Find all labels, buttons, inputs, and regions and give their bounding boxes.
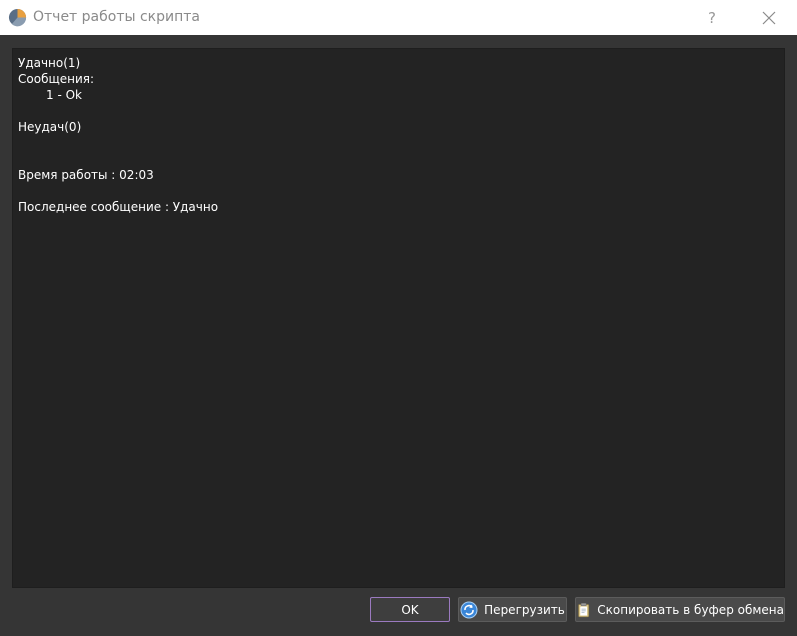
title-bar: Отчет работы скрипта ? [0, 0, 797, 35]
clipboard-icon [578, 602, 590, 617]
report-dialog: Отчет работы скрипта ? Удачно(1) Сообщен… [0, 0, 797, 636]
close-icon [762, 11, 776, 24]
success-count: Удачно(1) [18, 56, 81, 70]
runtime: Время работы : 02:03 [18, 168, 154, 182]
ok-button[interactable]: OK [370, 597, 450, 622]
help-button[interactable]: ? [689, 0, 735, 35]
help-icon: ? [708, 8, 716, 27]
refresh-globe-icon [460, 601, 478, 618]
report-output[interactable]: Удачно(1) Сообщения: 1 - Ok Неудач(0) Вр… [12, 48, 785, 588]
message-item: 1 - Ok [46, 88, 82, 102]
copy-button-label: Скопировать в буфер обмена [597, 602, 784, 617]
ok-button-label: OK [401, 602, 419, 617]
copy-to-clipboard-button[interactable]: Скопировать в буфер обмена [575, 597, 785, 622]
pie-chart-icon [8, 8, 27, 27]
reload-button[interactable]: Перегрузить [458, 597, 567, 622]
last-message: Последнее сообщение : Удачно [18, 200, 219, 214]
reload-button-label: Перегрузить [484, 602, 565, 617]
messages-label: Сообщения: [18, 72, 95, 86]
failure-count: Неудач(0) [18, 120, 82, 134]
window-title: Отчет работы скрипта [33, 9, 201, 25]
close-button[interactable] [746, 0, 792, 35]
